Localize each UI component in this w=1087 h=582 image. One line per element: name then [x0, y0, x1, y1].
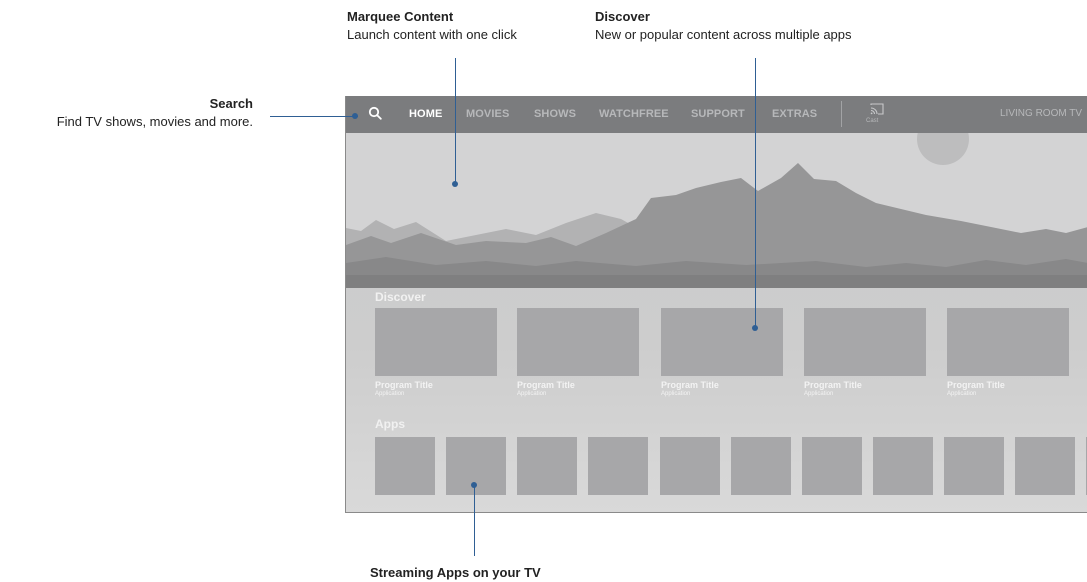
- marquee-callout-title: Marquee Content: [347, 9, 454, 24]
- card-app-name: Application: [804, 391, 834, 397]
- app-tile[interactable]: [802, 437, 862, 495]
- app-tile[interactable]: [944, 437, 1004, 495]
- search-icon[interactable]: [368, 106, 382, 120]
- marquee-leader-dot: [452, 181, 458, 187]
- app-tile[interactable]: [660, 437, 720, 495]
- nav-movies[interactable]: MOVIES: [466, 108, 509, 120]
- tv-home-screen: HOME MOVIES SHOWS WATCHFREE SUPPORT EXTR…: [345, 96, 1087, 513]
- card-thumbnail: [375, 308, 497, 376]
- discover-card[interactable]: Program Title Application: [375, 308, 497, 397]
- nav-support[interactable]: SUPPORT: [691, 108, 745, 120]
- discover-callout-desc: New or popular content across multiple a…: [595, 27, 852, 42]
- card-app-name: Application: [375, 391, 405, 397]
- card-program-title: Program Title: [947, 380, 1005, 390]
- nav-divider: [841, 101, 842, 127]
- card-program-title: Program Title: [804, 380, 862, 390]
- cast-icon[interactable]: [870, 102, 884, 116]
- top-nav-bar: HOME MOVIES SHOWS WATCHFREE SUPPORT EXTR…: [346, 96, 1087, 133]
- discover-callout-title: Discover: [595, 9, 650, 24]
- nav-watchfree[interactable]: WATCHFREE: [599, 108, 669, 120]
- marquee-callout: Marquee Content Launch content with one …: [347, 8, 517, 44]
- search-callout-desc: Find TV shows, movies and more.: [56, 114, 253, 129]
- card-app-name: Application: [947, 391, 977, 397]
- nav-home[interactable]: HOME: [409, 108, 442, 120]
- card-app-name: Application: [517, 391, 547, 397]
- marquee-leader-line: [455, 58, 456, 184]
- cast-label: Cast: [866, 118, 879, 124]
- discover-card[interactable]: Program Title Application: [517, 308, 639, 397]
- app-tile[interactable]: [731, 437, 791, 495]
- discover-card[interactable]: Program Title Application: [661, 308, 783, 397]
- card-thumbnail: [517, 308, 639, 376]
- card-thumbnail: [661, 308, 783, 376]
- apps-callout-title: Streaming Apps on your TV: [370, 565, 541, 580]
- search-leader-line: [270, 116, 358, 117]
- discover-section-label: Discover: [375, 290, 426, 304]
- nav-extras[interactable]: EXTRAS: [772, 108, 817, 120]
- app-tile[interactable]: [517, 437, 577, 495]
- apps-section-label: Apps: [375, 417, 405, 431]
- card-thumbnail: [947, 308, 1069, 376]
- card-program-title: Program Title: [517, 380, 575, 390]
- search-callout-title: Search: [209, 96, 253, 111]
- app-tile[interactable]: [375, 437, 435, 495]
- app-tile[interactable]: [1015, 437, 1075, 495]
- card-program-title: Program Title: [661, 380, 719, 390]
- marquee-callout-desc: Launch content with one click: [347, 27, 517, 42]
- card-app-name: Application: [661, 391, 691, 397]
- discover-card[interactable]: Program Title Application: [804, 308, 926, 397]
- search-leader-dot: [352, 113, 358, 119]
- app-tile[interactable]: [588, 437, 648, 495]
- discover-leader-dot: [752, 325, 758, 331]
- apps-leader-line: [474, 485, 475, 556]
- nav-shows[interactable]: SHOWS: [534, 108, 576, 120]
- device-name: LIVING ROOM TV: [1000, 108, 1083, 119]
- apps-leader-dot: [471, 482, 477, 488]
- marquee-hero-image[interactable]: [346, 133, 1087, 288]
- discover-card[interactable]: Program Title Application: [947, 308, 1069, 397]
- mountain-landscape-image: [346, 133, 1087, 288]
- card-thumbnail: [804, 308, 926, 376]
- app-tile[interactable]: [873, 437, 933, 495]
- discover-callout: Discover New or popular content across m…: [595, 8, 852, 44]
- discover-leader-line: [755, 58, 756, 328]
- search-callout: Search Find TV shows, movies and more.: [0, 95, 253, 131]
- card-program-title: Program Title: [375, 380, 433, 390]
